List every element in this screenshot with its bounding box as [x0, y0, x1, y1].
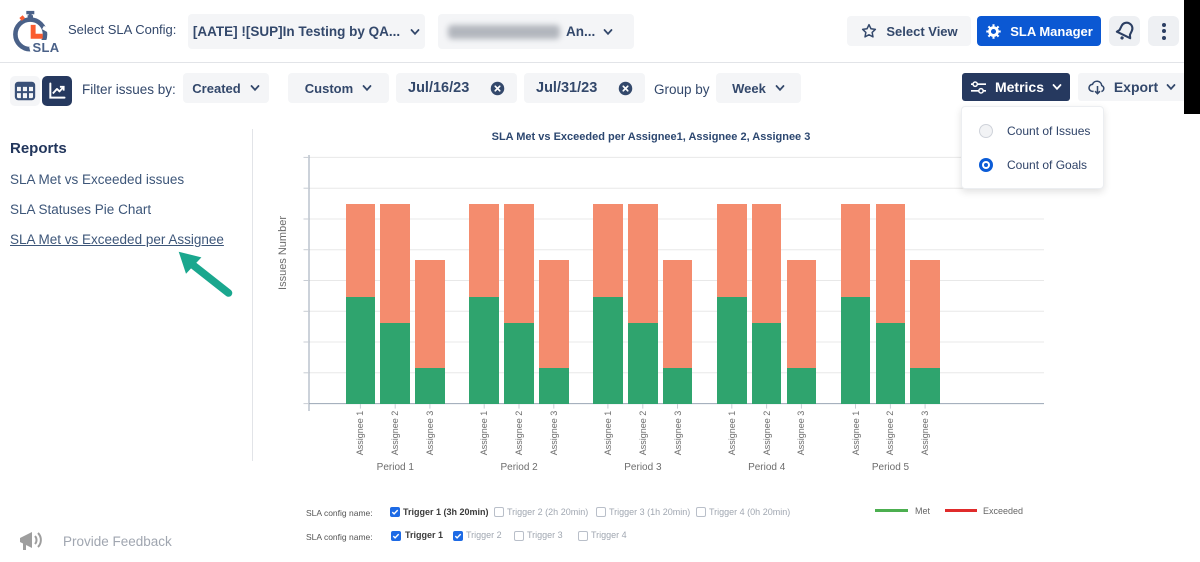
svg-text:SLA: SLA — [33, 40, 60, 55]
svg-text:Issues Number: Issues Number — [277, 216, 289, 290]
